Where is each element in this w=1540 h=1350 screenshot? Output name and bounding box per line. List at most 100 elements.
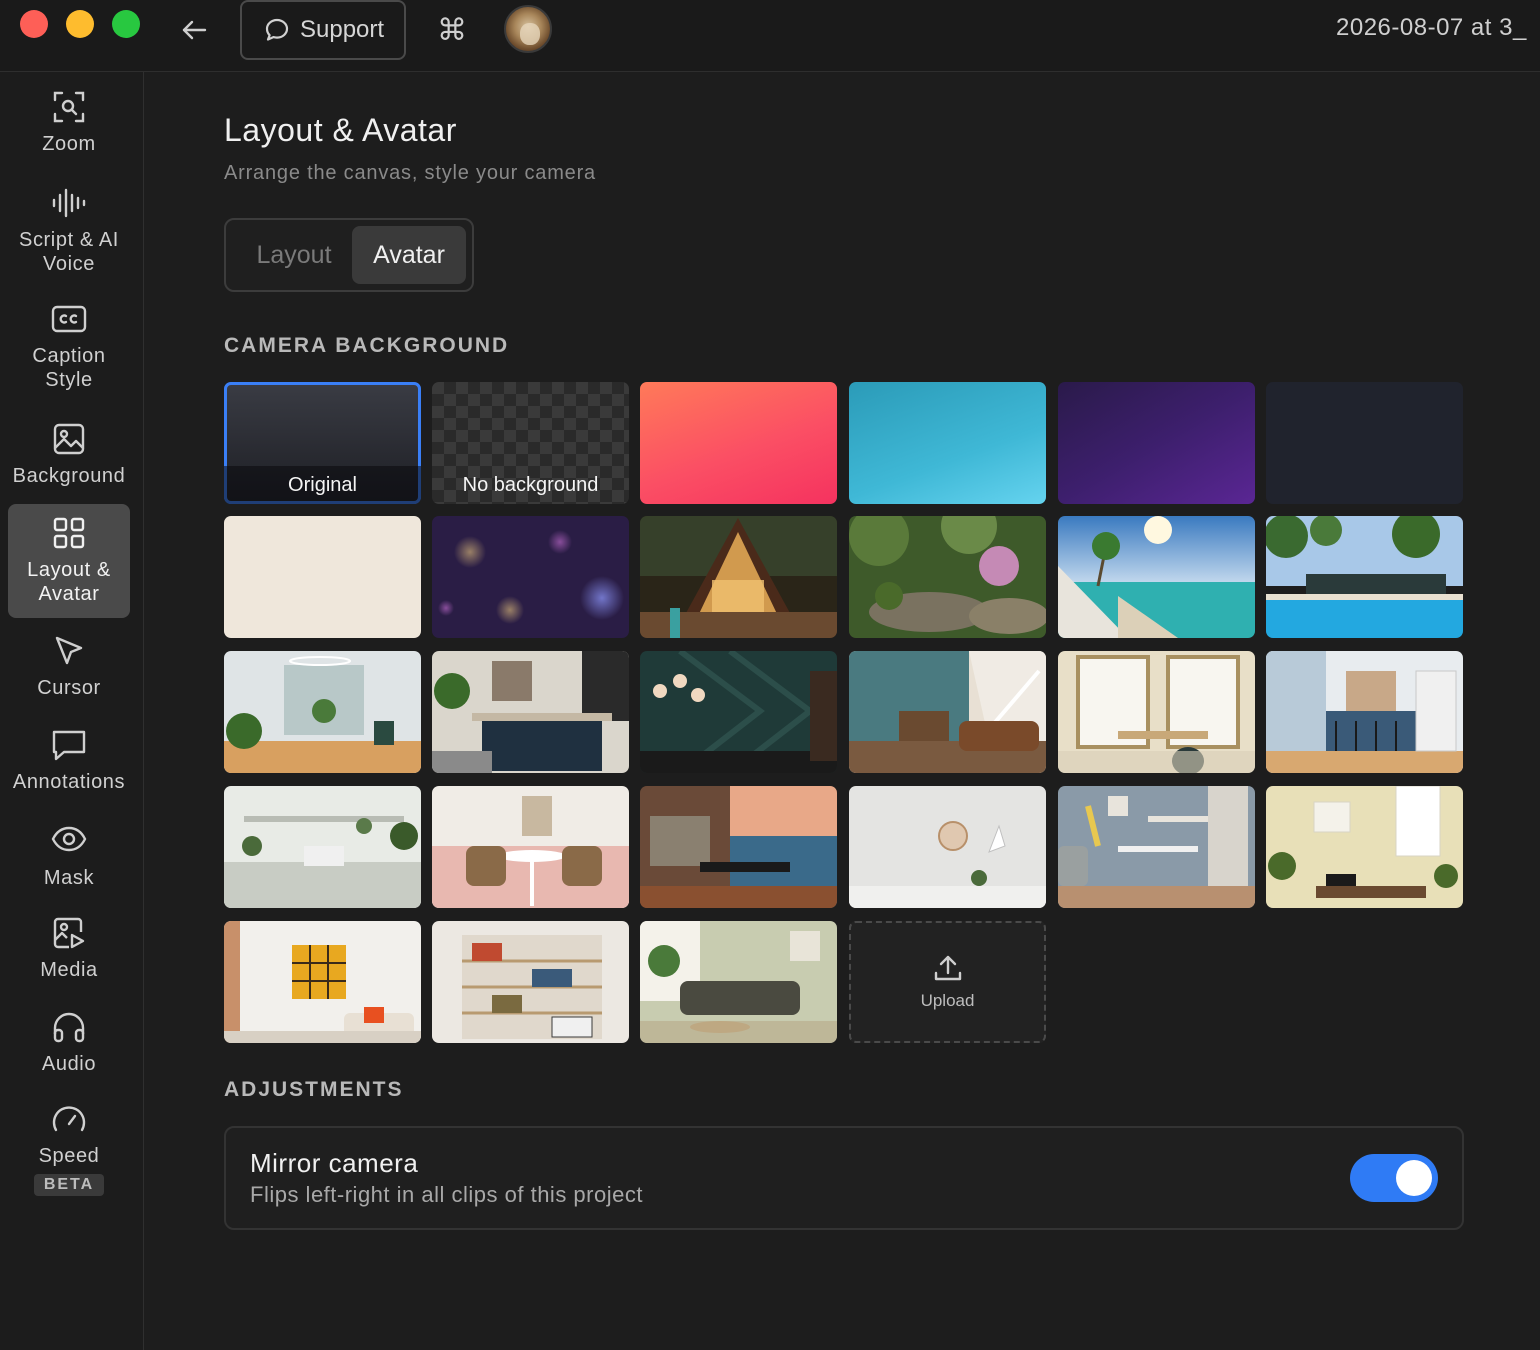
sidebar-item-layout-avatar[interactable]: Layout & Avatar: [8, 504, 130, 618]
background-option-photo-window-room[interactable]: [1058, 651, 1255, 773]
eye-icon: [51, 826, 87, 852]
background-option-gradient-purple[interactable]: [1058, 382, 1255, 504]
pool-thumbnail: [1266, 516, 1463, 638]
sidebar-item-audio[interactable]: Audio: [8, 1010, 130, 1082]
layout-avatar-segmented-control: Layout Avatar: [224, 218, 474, 292]
background-option-original[interactable]: Original: [224, 382, 421, 504]
background-option-photo-garden[interactable]: [849, 516, 1046, 638]
background-option-gradient-cyan[interactable]: [849, 382, 1046, 504]
support-label: Support: [300, 16, 385, 43]
background-option-photo-kitchen-dark[interactable]: [432, 651, 629, 773]
pink-dining-thumbnail: [432, 786, 629, 908]
sidebar-item-label: Caption Style: [32, 345, 106, 391]
blue-kitchen-thumbnail: [1266, 651, 1463, 773]
background-option-photo-a-frame-cabin[interactable]: [640, 516, 837, 638]
tab-avatar[interactable]: Avatar: [352, 226, 466, 284]
bookshelf-thumbnail: [432, 921, 629, 1043]
cabin-thumbnail: [640, 516, 837, 638]
white-studio-thumbnail: [224, 786, 421, 908]
mirror-camera-toggle[interactable]: [1350, 1154, 1438, 1202]
headphones-icon: [53, 1012, 85, 1043]
sidebar-item-label: Cursor: [37, 677, 101, 699]
background-option-photo-office[interactable]: [224, 651, 421, 773]
sidebar-item-script-ai-voice[interactable]: Script & AI Voice: [8, 186, 130, 282]
background-option-photo-green-wall[interactable]: [640, 651, 837, 773]
sidebar-item-label: Layout & Avatar: [27, 559, 111, 605]
close-window-button[interactable]: [20, 10, 48, 38]
green-wall-thumbnail: [640, 651, 837, 773]
bokeh-thumbnail: [432, 516, 629, 638]
sidebar-item-mask[interactable]: Mask: [8, 824, 130, 896]
background-option-photo-beach[interactable]: [1058, 516, 1255, 638]
image-icon: [53, 423, 85, 455]
page-title: Layout & Avatar: [224, 112, 457, 148]
background-option-solid-navy[interactable]: [1266, 382, 1463, 504]
minimize-window-button[interactable]: [66, 10, 94, 38]
sidebar-item-media[interactable]: Media: [8, 916, 130, 988]
sidebar-item-background[interactable]: Background: [8, 422, 130, 494]
support-button[interactable]: Support: [240, 0, 406, 60]
cursor-icon: [55, 636, 83, 665]
upload-label: Upload: [920, 991, 975, 1010]
yellow-art-thumbnail: [224, 921, 421, 1043]
sidebar-item-label: Background: [12, 465, 126, 487]
background-option-bokeh-purple[interactable]: [432, 516, 629, 638]
sidebar-item-label: Annotations: [12, 771, 126, 793]
mirror-camera-title: Mirror camera: [250, 1148, 419, 1178]
background-option-photo-yellow-room[interactable]: [1266, 786, 1463, 908]
background-option-photo-sage-sofa[interactable]: [640, 921, 837, 1043]
mirror-camera-description: Flips left-right in all clips of this pr…: [250, 1182, 643, 1207]
main-panel: Layout & Avatar Arrange the canvas, styl…: [144, 72, 1540, 1350]
background-option-photo-blue-kitchen[interactable]: [1266, 651, 1463, 773]
background-option-photo-grey-office[interactable]: [1058, 786, 1255, 908]
sidebar-item-annotations[interactable]: Annotations: [8, 728, 130, 800]
zoom-icon: [53, 91, 85, 123]
sidebar-item-label: Media: [40, 959, 98, 981]
user-avatar[interactable]: [504, 5, 552, 53]
sidebar-item-label: Speed: [38, 1145, 100, 1167]
sidebar-item-cursor[interactable]: Cursor: [8, 634, 130, 706]
upload-background-button[interactable]: Upload: [849, 921, 1046, 1043]
background-option-no-background[interactable]: No background: [432, 382, 629, 504]
title-bar: Support ⌘ 2026-08-07 at 3_: [0, 0, 1540, 72]
sidebar-item-label: Audio: [41, 1053, 97, 1075]
speedometer-icon: [52, 1106, 86, 1132]
background-option-photo-bookshelf[interactable]: [432, 921, 629, 1043]
background-option-photo-ocean-dining[interactable]: [640, 786, 837, 908]
cc-icon: [51, 305, 87, 333]
window-title: 2026-08-07 at 3_: [1336, 14, 1527, 41]
command-menu-button[interactable]: ⌘: [432, 10, 472, 50]
layout-grid-icon: [53, 517, 85, 549]
sidebar-item-caption-style[interactable]: Caption Style: [8, 304, 130, 400]
background-option-photo-living-stairs[interactable]: [849, 651, 1046, 773]
background-option-photo-pool[interactable]: [1266, 516, 1463, 638]
background-option-gradient-pink[interactable]: [640, 382, 837, 504]
sidebar-item-label: Mask: [43, 867, 95, 889]
tab-layout[interactable]: Layout: [236, 226, 352, 284]
sidebar-item-zoom[interactable]: Zoom: [8, 90, 130, 162]
ocean-dining-thumbnail: [640, 786, 837, 908]
background-option-photo-pink-dining[interactable]: [432, 786, 629, 908]
camera-background-heading: CAMERA BACKGROUND: [224, 334, 510, 357]
sage-sofa-thumbnail: [640, 921, 837, 1043]
beta-badge: BETA: [33, 1174, 105, 1196]
white-wall-clock-thumbnail: [849, 786, 1046, 908]
grey-office-thumbnail: [1058, 786, 1255, 908]
mirror-camera-card: Mirror camera Flips left-right in all cl…: [224, 1126, 1464, 1230]
garden-thumbnail: [849, 516, 1046, 638]
sidebar-item-speed[interactable]: Speed BETA: [8, 1104, 130, 1208]
background-option-photo-white-wall-clock[interactable]: [849, 786, 1046, 908]
arrow-left-icon: [182, 20, 207, 40]
background-option-solid-cream[interactable]: [224, 516, 421, 638]
living-stairs-thumbnail: [849, 651, 1046, 773]
background-option-label: No background: [462, 473, 599, 496]
background-option-photo-yellow-art[interactable]: [224, 921, 421, 1043]
office-thumbnail: [224, 651, 421, 773]
background-option-photo-white-studio[interactable]: [224, 786, 421, 908]
media-icon: [53, 917, 85, 949]
sidebar-item-label: Zoom: [42, 133, 96, 155]
back-button[interactable]: [176, 14, 212, 46]
kitchen-dark-thumbnail: [432, 651, 629, 773]
adjustments-heading: ADJUSTMENTS: [224, 1078, 404, 1101]
maximize-window-button[interactable]: [112, 10, 140, 38]
